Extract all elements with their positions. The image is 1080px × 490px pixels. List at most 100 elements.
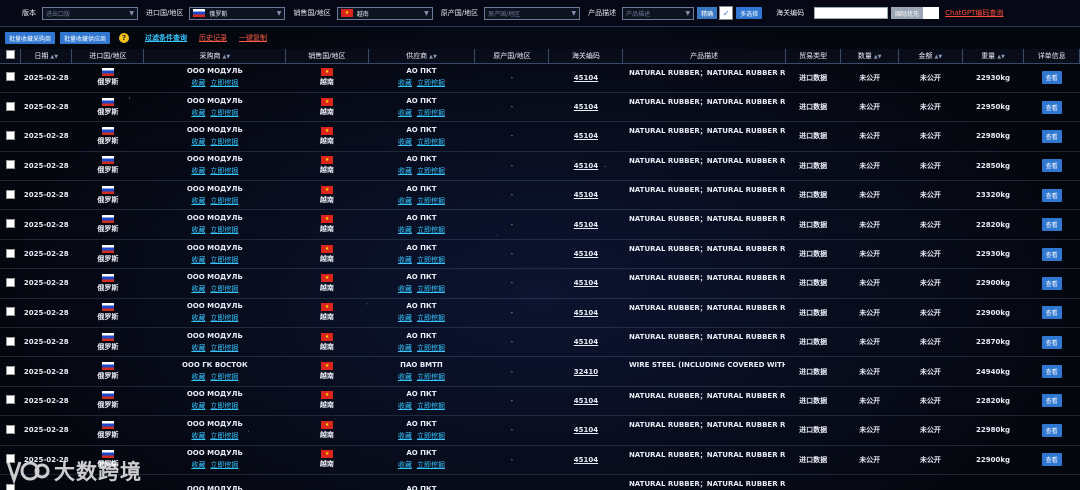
row-select-cell[interactable] (0, 269, 21, 298)
row-checkbox[interactable] (5, 72, 15, 82)
supplier-mine-link[interactable]: 立即挖掘 (417, 196, 445, 206)
buyer-mine-link[interactable]: 立即挖掘 (210, 372, 238, 382)
sort-icon[interactable]: ▲▼ (874, 54, 882, 60)
row-select-cell[interactable] (0, 416, 21, 445)
col-supplier[interactable]: 供应商 ▲▼ (368, 49, 476, 64)
row-select-cell[interactable] (0, 239, 21, 268)
supplier-mine-link[interactable]: 立即挖掘 (417, 284, 445, 294)
col-weight[interactable]: 重量 ▲▼ (962, 49, 1025, 64)
supplier-save-link[interactable]: 收藏 (398, 343, 412, 353)
hs-code-link[interactable]: 45104 (549, 328, 623, 357)
buyer-mine-link[interactable]: 立即挖掘 (210, 431, 238, 441)
select-all-checkbox[interactable] (5, 50, 15, 60)
supplier-save-link[interactable]: 收藏 (398, 372, 412, 382)
product-desc-select[interactable]: 产品描述 ▼ (622, 6, 695, 20)
sort-icon[interactable]: ▲▼ (934, 54, 942, 60)
buyer-save-link[interactable]: 收藏 (191, 284, 205, 294)
row-checkbox[interactable] (5, 219, 15, 229)
buyer-mine-link[interactable]: 立即挖掘 (210, 313, 238, 323)
row-checkbox[interactable] (5, 189, 15, 199)
view-details-button[interactable]: 查看 (1041, 276, 1062, 290)
row-checkbox[interactable] (5, 395, 15, 405)
multi-select-button[interactable]: 多选择 (736, 7, 763, 19)
supplier-save-link[interactable]: 收藏 (398, 431, 412, 441)
supplier-mine-link[interactable]: 立即挖掘 (417, 401, 445, 411)
buyer-save-link[interactable]: 收藏 (191, 78, 205, 88)
precise-checkbox[interactable]: ✓ (719, 6, 734, 20)
buyer-mine-link[interactable]: 立即挖掘 (210, 78, 238, 88)
copy-all-link[interactable]: 一键复制 (239, 33, 267, 43)
view-details-button[interactable]: 查看 (1041, 394, 1062, 408)
buyer-mine-link[interactable]: 立即挖掘 (210, 284, 238, 294)
hs-code-link[interactable]: 45104 (549, 181, 623, 210)
supplier-mine-link[interactable]: 立即挖掘 (417, 255, 445, 265)
supplier-save-link[interactable]: 收藏 (398, 137, 412, 147)
hs-code-link[interactable]: 45104 (549, 122, 623, 151)
supplier-mine-link[interactable]: 立即挖掘 (417, 372, 445, 382)
row-select-cell[interactable] (0, 386, 21, 415)
col-quantity[interactable]: 数量 ▲▼ (840, 49, 899, 64)
row-checkbox[interactable] (5, 160, 15, 170)
row-select-cell[interactable] (0, 151, 21, 180)
chatgpt-hs-link[interactable]: ChatGPT编码查询 (945, 8, 1003, 18)
hs-code-link[interactable]: 45104 (549, 269, 623, 298)
buyer-mine-link[interactable]: 立即挖掘 (210, 401, 238, 411)
view-details-button[interactable]: 查看 (1041, 71, 1062, 85)
buyer-save-link[interactable]: 收藏 (191, 196, 205, 206)
view-details-button[interactable]: 查看 (1041, 453, 1062, 467)
hs-code-link[interactable]: 45104 (549, 445, 623, 474)
row-checkbox[interactable] (5, 101, 15, 111)
row-select-cell[interactable] (0, 328, 21, 357)
row-select-cell[interactable] (0, 181, 21, 210)
buyer-mine-link[interactable]: 立即挖掘 (210, 460, 238, 470)
view-details-button[interactable]: 查看 (1041, 423, 1062, 437)
sales-country-select[interactable]: 越南 ▼ (336, 6, 433, 20)
hs-code-toggle[interactable] (923, 7, 940, 19)
buyer-mine-link[interactable]: 立即挖掘 (210, 137, 238, 147)
supplier-save-link[interactable]: 收藏 (398, 255, 412, 265)
supplier-mine-link[interactable]: 立即挖掘 (417, 137, 445, 147)
row-select-cell[interactable] (0, 63, 21, 92)
row-checkbox[interactable] (5, 424, 15, 434)
buyer-save-link[interactable]: 收藏 (191, 372, 205, 382)
supplier-mine-link[interactable]: 立即挖掘 (417, 166, 445, 176)
import-country-select[interactable]: 俄罗斯 ▼ (189, 6, 286, 20)
view-details-button[interactable]: 查看 (1041, 247, 1062, 261)
view-details-button[interactable]: 查看 (1041, 365, 1062, 379)
hs-code-link[interactable]: 45104 (549, 63, 623, 92)
row-checkbox[interactable] (5, 307, 15, 317)
buyer-mine-link[interactable]: 立即挖掘 (210, 166, 238, 176)
hs-code-priority-button[interactable]: 国际优先 (891, 7, 924, 19)
buyer-mine-link[interactable]: 立即挖掘 (210, 255, 238, 265)
supplier-mine-link[interactable]: 立即挖掘 (417, 343, 445, 353)
row-checkbox[interactable] (5, 336, 15, 346)
bulk-save-supplier-button[interactable]: 批量收藏供应商 (60, 32, 111, 44)
row-select-cell[interactable] (0, 122, 21, 151)
supplier-mine-link[interactable]: 立即挖掘 (417, 225, 445, 235)
row-select-cell[interactable] (0, 92, 21, 121)
bulk-save-buyer-button[interactable]: 批量收藏采购商 (5, 32, 56, 44)
supplier-save-link[interactable]: 收藏 (398, 196, 412, 206)
sort-icon[interactable]: ▲▼ (50, 54, 58, 60)
buyer-save-link[interactable]: 收藏 (191, 137, 205, 147)
supplier-save-link[interactable]: 收藏 (398, 313, 412, 323)
help-icon[interactable]: ? (119, 33, 130, 43)
view-details-button[interactable]: 查看 (1041, 306, 1062, 320)
hs-code-link[interactable] (549, 474, 623, 490)
supplier-save-link[interactable]: 收藏 (398, 225, 412, 235)
sort-icon[interactable]: ▲▼ (222, 54, 230, 60)
origin-country-select[interactable]: 原产国/地区 ▼ (484, 6, 581, 20)
row-checkbox[interactable] (5, 366, 15, 376)
precise-toggle[interactable]: 精确 (697, 7, 718, 19)
buyer-save-link[interactable]: 收藏 (191, 166, 205, 176)
row-checkbox[interactable] (5, 277, 15, 287)
buyer-mine-link[interactable]: 立即挖掘 (210, 225, 238, 235)
buyer-save-link[interactable]: 收藏 (191, 255, 205, 265)
supplier-save-link[interactable]: 收藏 (398, 78, 412, 88)
buyer-mine-link[interactable]: 立即挖掘 (210, 108, 238, 118)
buyer-mine-link[interactable]: 立即挖掘 (210, 196, 238, 206)
view-details-button[interactable]: 查看 (1041, 159, 1062, 173)
hs-code-link[interactable]: 45104 (549, 416, 623, 445)
hs-code-link[interactable]: 45104 (549, 239, 623, 268)
supplier-save-link[interactable]: 收藏 (398, 166, 412, 176)
